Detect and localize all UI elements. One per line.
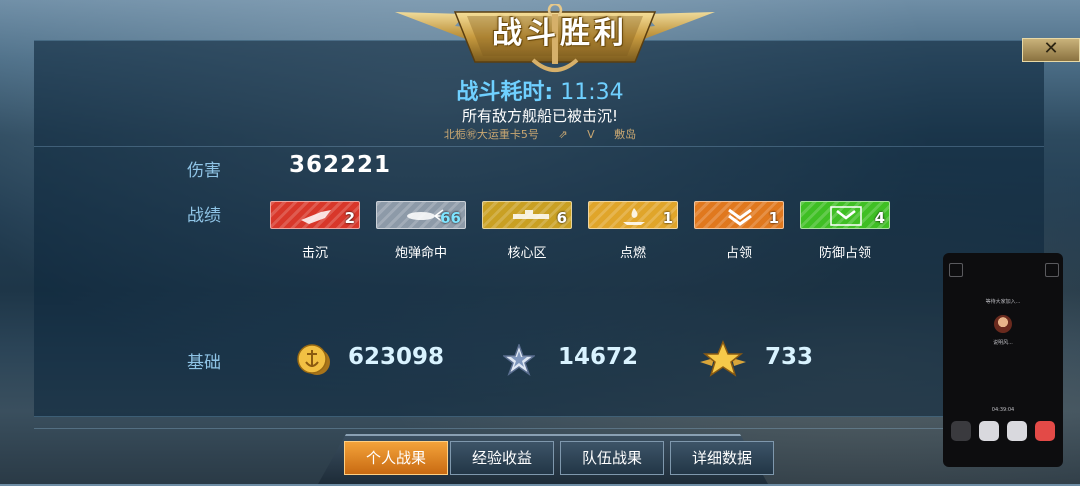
add-person-icon[interactable] bbox=[1045, 263, 1059, 277]
capture-chevron-icon bbox=[728, 208, 752, 226]
defend-capture-label: 防御占领 bbox=[818, 246, 871, 261]
rank-value: 733 bbox=[765, 344, 814, 370]
close-button[interactable]: ✕ bbox=[1022, 38, 1080, 62]
caller-name: 说明风... bbox=[993, 340, 1013, 346]
tab-personal-results[interactable]: 个人战果 bbox=[344, 441, 448, 475]
gold-coin-icon bbox=[297, 344, 330, 375]
shell-hit-count: 66 bbox=[440, 209, 461, 227]
call-timer: 04:39:04 bbox=[991, 407, 1015, 413]
matchup-line: 北栀㊗大运重卡5号 ⇗ V 敷岛 bbox=[0, 127, 1080, 143]
hang-up-button[interactable] bbox=[1035, 421, 1055, 441]
team-left-name: 北栀㊗大运重卡5号 bbox=[443, 128, 539, 141]
sink-label: 击沉 bbox=[301, 246, 328, 261]
result-text: 所有敌方舰船已被击沉! bbox=[461, 107, 618, 125]
sink-badge[interactable]: 2 bbox=[270, 201, 360, 229]
defend-capture-count: 4 bbox=[874, 209, 885, 227]
battle-time-value: 11:34 bbox=[560, 80, 624, 105]
minimize-icon[interactable] bbox=[949, 263, 963, 277]
base-label: 基础 bbox=[187, 353, 221, 373]
tab-detailed-data[interactable]: 详细数据 bbox=[670, 441, 774, 475]
fire-label: 点燃 bbox=[619, 246, 646, 261]
versus-icon: ⇗ bbox=[558, 128, 568, 141]
mic-button[interactable] bbox=[979, 421, 999, 441]
coin-value: 623098 bbox=[348, 344, 445, 370]
shell-hit-label: 炮弹命中 bbox=[394, 246, 447, 261]
capture-count: 1 bbox=[768, 209, 779, 227]
capture-badge[interactable]: 1 bbox=[694, 201, 784, 229]
avatar bbox=[994, 315, 1012, 333]
silver-star-icon bbox=[503, 344, 535, 376]
record-label: 战绩 bbox=[187, 206, 221, 226]
versus-mark: V bbox=[587, 128, 595, 141]
divider bbox=[34, 146, 1044, 147]
citadel-icon bbox=[513, 210, 549, 219]
shell-hit-icon bbox=[407, 209, 444, 223]
menu-button[interactable] bbox=[951, 421, 971, 441]
sinking-ship-icon bbox=[301, 210, 331, 224]
damage-label: 伤害 bbox=[187, 161, 221, 181]
gold-star-wings-icon bbox=[700, 340, 746, 377]
sink-count: 2 bbox=[344, 209, 355, 227]
voice-call-overlay[interactable]: 等待大家加入... 说明风... 04:39:04 bbox=[943, 253, 1063, 467]
citadel-badge[interactable]: 6 bbox=[482, 201, 572, 229]
divider bbox=[34, 428, 1044, 429]
battle-time-label: 战斗耗时: bbox=[456, 80, 554, 105]
exp-value: 14672 bbox=[558, 344, 639, 370]
damage-value: 362221 bbox=[289, 152, 392, 178]
citadel-label: 核心区 bbox=[507, 246, 547, 261]
team-right-name: 敷岛 bbox=[614, 128, 637, 141]
capture-label: 占领 bbox=[725, 246, 752, 261]
defend-chevron-icon bbox=[830, 206, 862, 226]
speaker-button[interactable] bbox=[1007, 421, 1027, 441]
defend-capture-badge[interactable]: 4 bbox=[800, 201, 890, 229]
victory-title: 战斗胜利 bbox=[492, 16, 628, 51]
citadel-count: 6 bbox=[556, 209, 567, 227]
tab-experience-gain[interactable]: 经验收益 bbox=[450, 441, 554, 475]
fire-icon bbox=[623, 208, 645, 225]
battle-time: 战斗耗时: 11:34 bbox=[0, 80, 1080, 106]
shell-hit-badge[interactable]: 66 bbox=[376, 201, 466, 229]
tab-team-results[interactable]: 队伍战果 bbox=[560, 441, 664, 475]
fire-count: 1 bbox=[662, 209, 673, 227]
call-status-text: 等待大家加入... bbox=[985, 299, 1021, 305]
fire-badge[interactable]: 1 bbox=[588, 201, 678, 229]
